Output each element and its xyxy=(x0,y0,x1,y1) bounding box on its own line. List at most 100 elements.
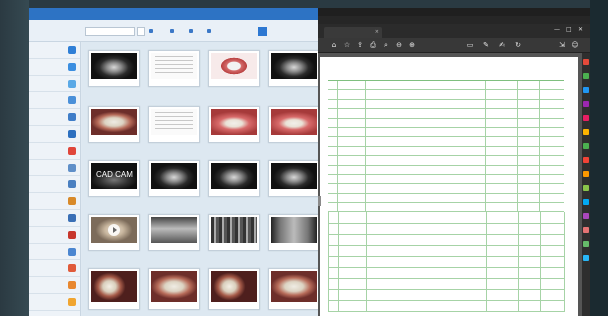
image-thumbnail[interactable] xyxy=(148,106,200,143)
image-thumbnail[interactable] xyxy=(268,214,320,251)
tool-icon[interactable] xyxy=(583,199,589,205)
page-scroll-marker[interactable] xyxy=(318,196,321,206)
thumbnail-caption xyxy=(89,302,139,309)
sidebar-item[interactable] xyxy=(29,143,80,160)
image-thumbnail[interactable] xyxy=(268,268,320,310)
upload-icon[interactable]: ⇪ xyxy=(356,41,364,49)
sidebar-item[interactable] xyxy=(29,76,80,93)
sidebar-item[interactable] xyxy=(29,92,80,110)
sidebar-item[interactable] xyxy=(29,244,80,261)
minimize-icon[interactable]: — xyxy=(554,26,560,34)
tool-icon[interactable] xyxy=(583,129,589,135)
home-icon[interactable]: ⌂ xyxy=(330,41,338,49)
table-row xyxy=(328,99,564,110)
pen-icon[interactable]: ✎ xyxy=(482,41,490,49)
image-thumbnail[interactable] xyxy=(208,50,260,87)
sidebar-item[interactable] xyxy=(29,176,80,194)
filter-field[interactable] xyxy=(137,27,145,36)
sidebar-item[interactable] xyxy=(29,277,80,294)
toolbar-button-3[interactable] xyxy=(189,27,195,36)
image-viewer-window: CAD CAM xyxy=(29,8,322,316)
search-input[interactable] xyxy=(85,27,135,36)
sidebar-item[interactable] xyxy=(29,109,80,126)
star-icon[interactable]: ☆ xyxy=(343,41,351,49)
image-thumbnail[interactable] xyxy=(148,214,200,251)
sidebar-item[interactable] xyxy=(29,210,80,227)
play-icon[interactable] xyxy=(108,224,120,236)
user-icon[interactable]: ☺ xyxy=(571,41,579,49)
pdf-document-area[interactable] xyxy=(318,53,582,316)
search-icon[interactable]: ⌕ xyxy=(382,41,390,49)
tool-icon[interactable] xyxy=(583,185,589,191)
share-icon[interactable]: ⇲ xyxy=(558,41,566,49)
image-thumbnail[interactable]: CAD CAM xyxy=(88,160,140,197)
image-thumbnail[interactable] xyxy=(268,160,320,197)
tool-icon[interactable] xyxy=(583,143,589,149)
tool-icon[interactable] xyxy=(583,171,589,177)
comment-icon[interactable]: ▭ xyxy=(466,41,474,49)
tool-icon[interactable] xyxy=(583,73,589,79)
image-thumbnail[interactable] xyxy=(88,268,140,310)
tool-icon[interactable] xyxy=(583,87,589,93)
table-cell xyxy=(366,109,486,118)
tool-icon[interactable] xyxy=(583,241,589,247)
table-row xyxy=(328,156,564,166)
sign-icon[interactable]: ✍ xyxy=(498,41,506,49)
table-cell xyxy=(486,165,518,174)
thumbnail-caption xyxy=(89,79,139,86)
sidebar-item[interactable] xyxy=(29,227,80,244)
thumbnail-caption xyxy=(89,243,139,250)
sidebar-item[interactable] xyxy=(29,193,80,210)
tool-icon[interactable] xyxy=(583,115,589,121)
image-thumbnail[interactable] xyxy=(88,50,140,87)
image-thumbnail[interactable] xyxy=(148,50,200,87)
tool-icon[interactable] xyxy=(583,157,589,163)
tool-icon[interactable] xyxy=(583,255,589,261)
category-sidebar xyxy=(29,42,81,316)
image-thumbnail[interactable] xyxy=(208,106,260,143)
sidebar-item[interactable] xyxy=(29,160,80,177)
image-thumbnail[interactable] xyxy=(208,160,260,197)
image-thumbnail[interactable] xyxy=(268,106,320,143)
image-thumbnail[interactable] xyxy=(268,50,320,87)
ruled-line xyxy=(328,233,564,235)
toolbar-blue-button[interactable] xyxy=(258,27,267,36)
image-thumbnail[interactable] xyxy=(148,160,200,197)
maximize-icon[interactable]: □ xyxy=(566,26,572,34)
zoom-out-icon[interactable]: ⊖ xyxy=(395,41,403,49)
tool-icon[interactable] xyxy=(583,59,589,65)
zoom-in-icon[interactable]: ⊕ xyxy=(408,41,416,49)
left-window-titlebar[interactable] xyxy=(29,8,321,20)
thumbnail-caption xyxy=(269,302,319,309)
table-cell xyxy=(486,203,518,212)
right-menubar xyxy=(318,16,590,24)
right-window-titlebar[interactable] xyxy=(318,8,590,16)
sidebar-item[interactable] xyxy=(29,42,80,59)
sidebar-item[interactable] xyxy=(29,59,80,76)
image-thumbnail[interactable] xyxy=(208,214,260,251)
print-icon[interactable]: ⎙ xyxy=(369,41,377,49)
image-thumbnail[interactable] xyxy=(148,268,200,310)
toolbar-button-2[interactable] xyxy=(170,27,176,36)
toolbar-button-4[interactable] xyxy=(207,27,213,36)
sidebar-item[interactable] xyxy=(29,294,80,311)
image-thumbnail[interactable] xyxy=(208,268,260,310)
ruled-line xyxy=(328,244,564,246)
sidebar-item[interactable] xyxy=(29,260,80,278)
close-tab-icon[interactable]: × xyxy=(375,27,379,38)
tool-icon[interactable] xyxy=(583,101,589,107)
tool-icon[interactable] xyxy=(583,227,589,233)
image-thumbnail[interactable] xyxy=(88,106,140,143)
toolbar-button-1[interactable] xyxy=(149,27,155,36)
sidebar-item[interactable] xyxy=(29,126,80,143)
refresh-icon[interactable]: ↻ xyxy=(514,41,522,49)
close-window-icon[interactable]: ✕ xyxy=(578,26,583,34)
tool-icon[interactable] xyxy=(583,213,589,219)
image-thumbnail[interactable] xyxy=(88,214,140,251)
table-row xyxy=(328,109,564,119)
table-cell xyxy=(540,100,564,108)
table-cell xyxy=(518,109,540,118)
document-tab[interactable]: × xyxy=(324,27,382,38)
table-row xyxy=(328,146,564,157)
table-cell xyxy=(328,90,338,99)
